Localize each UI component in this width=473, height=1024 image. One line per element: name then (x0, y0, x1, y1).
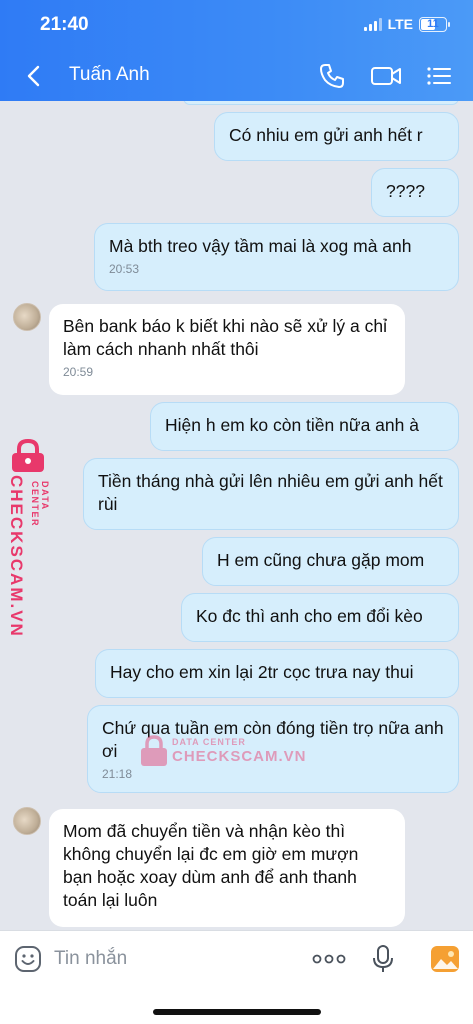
message-bubble-received[interactable]: Bên bank báo k biết khi nào sẽ xử lý a c… (49, 304, 405, 395)
composer-bar: Tin nhắn (0, 930, 473, 1024)
battery-icon: 11 (419, 16, 450, 32)
microphone-icon[interactable] (372, 944, 394, 974)
message-text: ???? (386, 181, 425, 201)
chevron-left-icon[interactable] (22, 62, 46, 90)
message-text: Hay cho em xin lại 2tr cọc trưa nay thui (110, 662, 414, 682)
message-text: Tiền tháng nhà gửi lên nhiêu em gửi anh … (98, 471, 443, 514)
message-text: Hiện h em ko còn tiền nữa anh à (165, 415, 419, 435)
message-text: Ko đc thì anh cho em đổi kèo (196, 606, 423, 626)
message-text: H em cũng chưa gặp mom (217, 550, 425, 570)
home-indicator (153, 1009, 321, 1015)
video-camera-icon[interactable] (370, 62, 402, 90)
watermark-main-text: CHECKSCAM.VN (7, 475, 26, 638)
status-indicators: LTE 11 (363, 16, 450, 32)
message-text: Mà bth treo vậy tầm mai là xog mà anh (109, 236, 412, 256)
list-icon[interactable] (426, 62, 452, 90)
message-bubble-sent[interactable]: Ko đc thì anh cho em đổi kèo (181, 593, 459, 642)
message-bubble-sent[interactable]: Hiện h em ko còn tiền nữa anh à (150, 402, 459, 451)
message-time: 20:59 (63, 365, 94, 379)
message-bubble-sent[interactable] (183, 101, 459, 105)
network-label: LTE (387, 16, 413, 32)
message-text: Có nhiu em gửi anh hết r (229, 125, 423, 145)
more-dots-icon[interactable] (312, 949, 346, 969)
message-list[interactable]: Có nhiu em gửi anh hết r ???? Mà bth tre… (0, 101, 473, 930)
avatar[interactable] (13, 303, 41, 331)
message-text: Mom đã chuyển tiền và nhận kèo thì không… (63, 821, 359, 910)
lock-icon (12, 439, 44, 472)
lock-icon (141, 735, 167, 766)
battery-level: 11 (427, 18, 439, 30)
message-input[interactable]: Tin nhắn (54, 945, 284, 973)
message-bubble-sent[interactable]: Mà bth treo vậy tầm mai là xog mà anh 20… (94, 223, 459, 291)
message-text: Bên bank báo k biết khi nào sẽ xử lý a c… (63, 316, 387, 359)
message-bubble-sent[interactable]: ???? (371, 168, 459, 217)
chat-header: 21:40 LTE 11 Tuấn Anh (0, 0, 473, 101)
contact-name[interactable]: Tuấn Anh (69, 64, 150, 86)
signal-icon (363, 17, 382, 31)
avatar[interactable] (13, 807, 41, 835)
watermark-sub-text: DATA CENTER (30, 481, 50, 528)
watermark: DATA CENTER CHECKSCAM.VN (140, 735, 310, 775)
message-time: 20:53 (109, 262, 140, 276)
message-bubble-sent[interactable]: Có nhiu em gửi anh hết r (214, 112, 459, 161)
smiley-icon[interactable] (14, 945, 42, 973)
message-bubble-sent[interactable]: H em cũng chưa gặp mom (202, 537, 459, 586)
status-time: 21:40 (40, 14, 89, 35)
watermark-sub-text: DATA CENTER (172, 737, 246, 747)
message-bubble-sent[interactable]: Tiền tháng nhà gửi lên nhiêu em gửi anh … (83, 458, 459, 530)
watermark-main-text: CHECKSCAM.VN (172, 748, 307, 765)
message-bubble-received[interactable]: Mom đã chuyển tiền và nhận kèo thì không… (49, 809, 405, 927)
image-icon[interactable] (430, 945, 460, 973)
message-bubble-sent[interactable]: Hay cho em xin lại 2tr cọc trưa nay thui (95, 649, 459, 698)
phone-icon[interactable] (318, 62, 346, 90)
